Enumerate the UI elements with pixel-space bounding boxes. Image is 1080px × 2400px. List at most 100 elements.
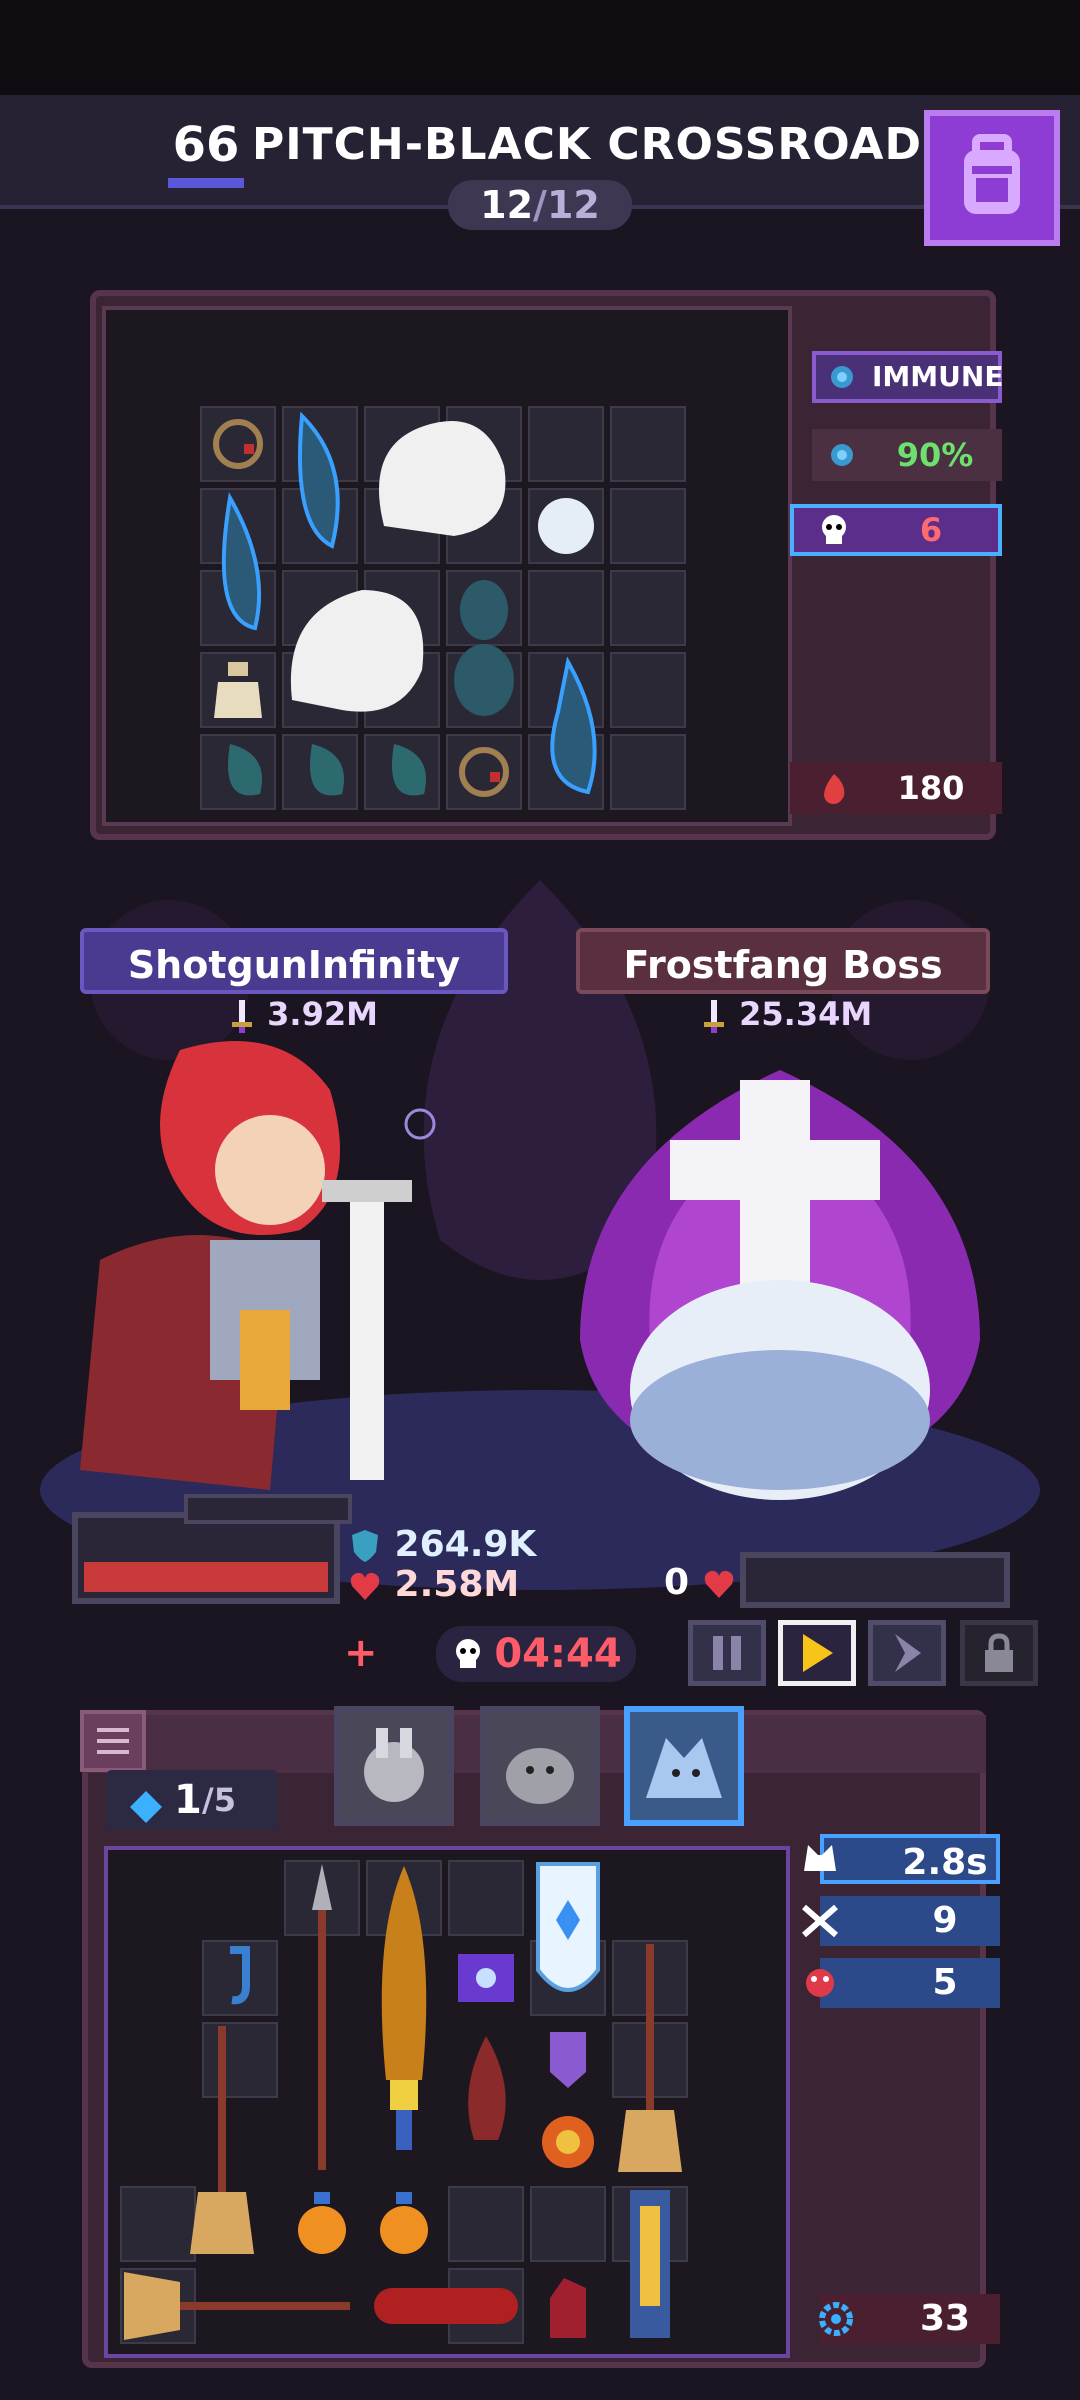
wave-current: 12 (480, 183, 534, 227)
pause-icon (713, 1636, 741, 1670)
add-icon[interactable]: + (344, 1630, 378, 1676)
hero-shield-value: 264.9K (394, 1524, 537, 1565)
hero-item-grid (104, 1846, 790, 2358)
tab-character-wolf[interactable] (624, 1706, 744, 1826)
boss-nameplate: Frostfang Boss (576, 928, 990, 994)
hero-health-bar (72, 1512, 340, 1604)
wave-separator: / (533, 183, 547, 227)
boss-power-value: 25.34M (739, 995, 873, 1033)
wave-counter: 12/12 (448, 180, 632, 230)
rage-counter: 180 (790, 762, 1002, 814)
virus-icon (816, 433, 868, 477)
gem-icon (128, 1782, 164, 1823)
enemy-item-grid (102, 306, 792, 826)
rage-value: 180 (897, 769, 965, 807)
frost-pouch-item-icon (454, 580, 514, 716)
hero-power-value: 3.92M (267, 995, 378, 1033)
red-gauntlet-item-icon (550, 2278, 586, 2338)
magic-book-item-icon (458, 1954, 514, 2002)
crossed-swords-icon (790, 1896, 850, 1946)
hero-shield: 264.9K (348, 1524, 536, 1566)
boss-power: 25.34M (700, 992, 872, 1036)
boss-health-bar (740, 1552, 1010, 1608)
potion-item-icon (214, 662, 262, 718)
monster-icon (790, 1958, 850, 2008)
blob-portrait-icon (506, 1748, 574, 1804)
white-fur-item-icon (379, 421, 506, 536)
lock-button[interactable] (960, 1620, 1038, 1686)
immune-label: IMMUNE (872, 360, 1004, 393)
broom-item-icon (124, 2272, 350, 2340)
fang-item-icon (221, 492, 262, 631)
cooldown-value: 2.8s (902, 1842, 988, 1883)
hero-health-value: 2.58M (394, 1564, 520, 1605)
wave-total: 12 (546, 183, 600, 227)
skull-count: 6 (919, 511, 943, 549)
virus-icon (816, 355, 868, 399)
fire-orb-item-icon (542, 2116, 594, 2168)
backpack-button[interactable] (924, 110, 1060, 246)
monster-value: 5 (932, 1962, 958, 2003)
play-button[interactable] (778, 1620, 856, 1686)
target-icon (404, 1108, 436, 1140)
boss-character[interactable] (560, 1040, 1000, 1560)
heart-icon (348, 1568, 382, 1604)
grid-cell (610, 734, 686, 810)
boss-health: 0 (664, 1562, 736, 1604)
lock-icon (985, 1633, 1013, 1672)
fang-item-icon (550, 656, 597, 795)
skull-icon (806, 508, 862, 552)
purple-gem-item-icon (550, 2032, 586, 2088)
ring-item-icon (213, 419, 263, 469)
grid-cell (448, 2186, 524, 2262)
white-fur-item-icon (290, 590, 424, 712)
fire-staff-item-icon (468, 2036, 506, 2140)
claw-item-icon (310, 744, 344, 796)
grid-cell (530, 2186, 606, 2262)
resist-percent: 90% (896, 436, 974, 474)
backpack-icon (964, 134, 1020, 214)
rabbit-portrait-icon (364, 1728, 424, 1802)
grid-cell (610, 488, 686, 564)
hook-item-icon (230, 1946, 250, 2005)
grid-cell (448, 1860, 524, 1936)
timer-value: 04:44 (494, 1631, 622, 1677)
list-button[interactable] (80, 1710, 146, 1772)
hero-health-fill (84, 1562, 328, 1592)
fast-forward-button[interactable] (868, 1620, 946, 1686)
status-bar-area (0, 0, 1080, 95)
gear-icon (806, 2294, 866, 2344)
ice-shield-item-icon (536, 1862, 600, 1992)
pumpkin-potion-item-icon (298, 2192, 346, 2254)
cat-icon (790, 1834, 850, 1884)
list-icon (97, 1728, 129, 1754)
crit-value: 9 (932, 1900, 958, 1941)
hero-nameplate: ShotgunInfinity (80, 928, 508, 994)
gem-total: /5 (202, 1781, 236, 1819)
ring-item-icon (459, 747, 509, 797)
stage-title: PITCH-BLACK CROSSROADS (252, 119, 955, 170)
hero-health: 2.58M (348, 1564, 519, 1606)
stage-level: 66 (168, 112, 244, 188)
sword-icon (228, 998, 256, 1034)
gem-current: 1 (174, 1777, 202, 1823)
broom-item-icon (618, 1944, 682, 2172)
heart-icon (702, 1566, 736, 1602)
claw-item-icon (392, 744, 426, 796)
fire-icon (806, 766, 862, 810)
grid-cell (528, 406, 604, 482)
skull-icon (450, 1636, 486, 1672)
spear-item-icon (312, 1864, 332, 2170)
claw-item-icon (228, 744, 262, 796)
hero-character[interactable] (60, 1030, 460, 1510)
gear-value: 33 (919, 2298, 971, 2339)
snowball-item-icon (538, 498, 594, 554)
pause-button[interactable] (688, 1620, 766, 1686)
tab-character-rabbit[interactable] (334, 1706, 454, 1826)
battle-timer: 04:44 (436, 1626, 636, 1682)
grid-cell (610, 570, 686, 646)
immune-badge: IMMUNE (812, 351, 1004, 403)
tab-character-blob[interactable] (480, 1706, 600, 1826)
grid-cell (528, 570, 604, 646)
fang-item-icon (298, 411, 340, 549)
